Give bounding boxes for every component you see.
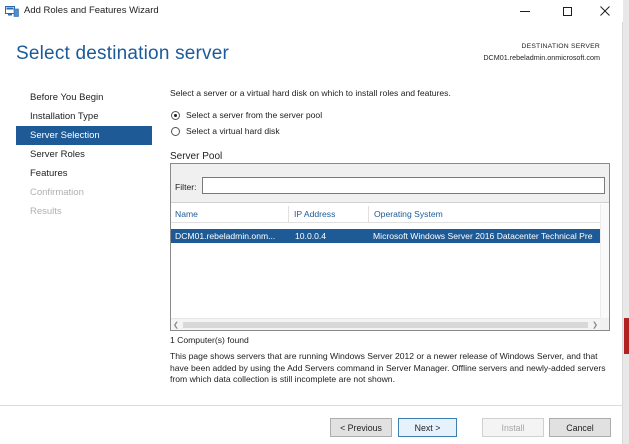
vertical-scrollbar[interactable] <box>600 204 609 318</box>
scrollbar-corner <box>600 318 609 330</box>
cell-ip-address: 10.0.0.4 <box>295 231 327 241</box>
computer-count: 1 Computer(s) found <box>170 335 249 345</box>
pool-description: This page shows servers that are running… <box>170 351 606 384</box>
filter-label: Filter: <box>175 182 197 192</box>
background-accent <box>624 318 629 354</box>
column-header-ip-address[interactable]: IP Address <box>294 209 335 219</box>
maximize-button[interactable] <box>550 0 584 22</box>
wizard-nav: Before You Begin Installation Type Serve… <box>16 89 152 221</box>
destination-server-name: DCM01.rebeladmin.onmicrosoft.com <box>483 53 600 62</box>
server-pool-box: Filter: Name IP Address Operating System… <box>170 163 610 331</box>
nav-item-installation-type[interactable]: Installation Type <box>16 107 152 126</box>
option-virtual-hard-disk-label: Select a virtual hard disk <box>186 126 280 136</box>
option-virtual-hard-disk[interactable]: Select a virtual hard disk <box>171 126 280 136</box>
minimize-icon <box>520 10 530 12</box>
horizontal-scroll-thumb[interactable] <box>183 322 588 328</box>
next-button[interactable]: Next > <box>398 418 457 437</box>
previous-button[interactable]: < Previous <box>330 418 392 437</box>
nav-item-before-you-begin[interactable]: Before You Begin <box>16 88 152 107</box>
radio-virtual-hard-disk[interactable] <box>171 126 180 136</box>
nav-item-server-selection[interactable]: Server Selection <box>16 126 152 145</box>
background-strip <box>623 0 629 444</box>
column-header-operating-system[interactable]: Operating System <box>374 209 443 219</box>
column-divider[interactable] <box>368 206 369 222</box>
option-server-pool[interactable]: Select a server from the server pool <box>171 110 322 120</box>
close-icon <box>600 6 610 16</box>
destination-server-label: DESTINATION SERVER <box>521 43 600 50</box>
maximize-icon <box>562 6 572 16</box>
server-pool-heading: Server Pool <box>170 151 223 162</box>
page-title: Select destination server <box>16 43 230 64</box>
footer-divider <box>0 405 623 406</box>
horizontal-scrollbar[interactable]: ❮ ❯ <box>171 318 600 330</box>
filter-area: Filter: <box>171 164 609 203</box>
close-button[interactable] <box>588 0 622 22</box>
cancel-button[interactable]: Cancel <box>549 418 611 437</box>
option-server-pool-label: Select a server from the server pool <box>186 110 323 120</box>
radio-server-pool[interactable] <box>171 110 180 120</box>
window-title: Add Roles and Features Wizard <box>24 5 159 16</box>
nav-item-confirmation: Confirmation <box>30 187 84 198</box>
install-button: Install <box>482 418 544 437</box>
column-header-name[interactable]: Name <box>175 209 198 219</box>
table-row[interactable]: DCM01.rebeladmin.onm... 10.0.0.4 Microso… <box>171 229 600 243</box>
wizard-window: Add Roles and Features Wizard Select des… <box>0 0 623 444</box>
server-manager-icon <box>5 4 19 17</box>
filter-input[interactable] <box>202 177 605 194</box>
scroll-left-arrow-icon[interactable]: ❮ <box>173 321 179 329</box>
table-header: Name IP Address Operating System <box>171 204 609 223</box>
cell-operating-system: Microsoft Windows Server 2016 Datacenter… <box>373 231 593 241</box>
nav-item-results: Results <box>30 206 62 217</box>
nav-item-server-roles[interactable]: Server Roles <box>16 145 152 164</box>
minimize-button[interactable] <box>508 0 542 22</box>
intro-text: Select a server or a virtual hard disk o… <box>170 88 451 98</box>
cell-name: DCM01.rebeladmin.onm... <box>175 231 276 241</box>
scroll-right-arrow-icon[interactable]: ❯ <box>592 321 598 329</box>
column-divider[interactable] <box>288 206 289 222</box>
nav-item-features[interactable]: Features <box>16 164 152 183</box>
title-bar: Add Roles and Features Wizard <box>0 0 623 22</box>
